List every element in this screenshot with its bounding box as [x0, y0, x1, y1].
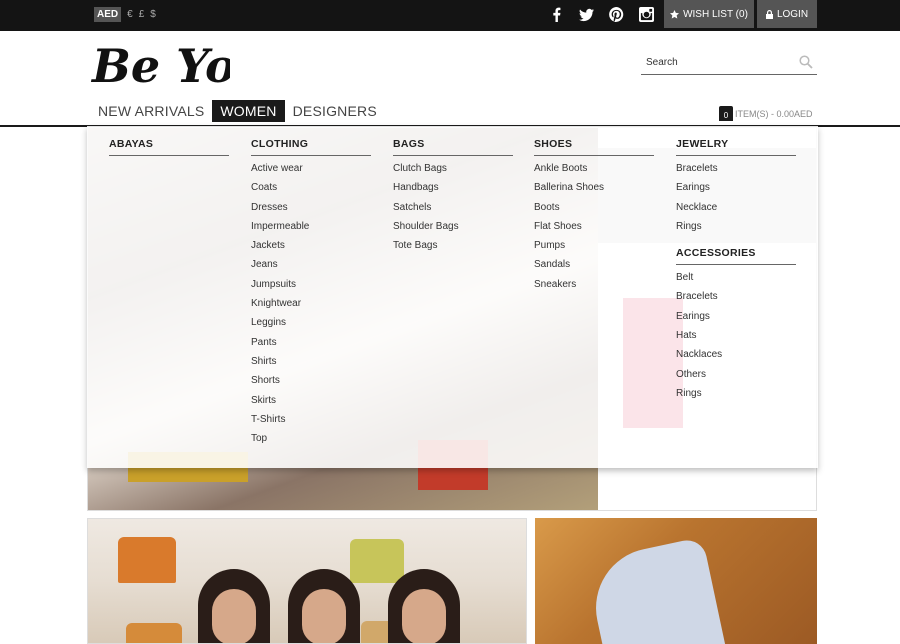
menu-item[interactable]: Dresses [251, 201, 371, 220]
menu-item[interactable]: Earings [676, 310, 796, 329]
menu-item[interactable]: Bracelets [676, 162, 796, 181]
instagram-icon[interactable] [638, 6, 654, 22]
menu-col-clothing: CLOTHING Active wear Coats Dresses Imper… [251, 138, 371, 451]
menu-item[interactable]: Rings [676, 220, 796, 239]
twitter-icon[interactable] [578, 6, 594, 22]
currency-gbp[interactable]: £ [139, 9, 145, 20]
wishlist-label: WISH LIST (0) [683, 8, 748, 20]
menu-item[interactable]: Satchels [393, 201, 513, 220]
menu-item[interactable]: Pants [251, 336, 371, 355]
menu-item[interactable]: Ankle Boots [534, 162, 654, 181]
shopping-bag-icon: 0 [719, 106, 733, 121]
search-input[interactable] [641, 52, 791, 73]
wishlist-button[interactable]: WISH LIST (0) [664, 0, 754, 28]
menu-item[interactable]: Others [676, 368, 796, 387]
menu-col-shoes: SHOES Ankle Boots Ballerina Shoes Boots … [534, 138, 654, 297]
cart-summary[interactable]: 0 ITEM(S) - 0.00AED [719, 106, 813, 121]
cart-total: ITEM(S) - 0.00AED [735, 108, 813, 119]
menu-col-jewelry: JEWELRY Bracelets Earings Necklace Rings… [676, 138, 796, 406]
model-face [212, 589, 256, 643]
nav-women[interactable]: WOMEN [212, 100, 285, 122]
menu-item[interactable]: Sandals [534, 258, 654, 277]
menu-item[interactable]: Sneakers [534, 278, 654, 297]
model-face [402, 589, 446, 643]
menu-item[interactable]: Top [251, 432, 371, 451]
menu-heading-jewelry[interactable]: JEWELRY [676, 138, 796, 156]
menu-item[interactable]: Flat Shoes [534, 220, 654, 239]
sandal-photo [584, 536, 726, 644]
menu-item[interactable]: Jumpsuits [251, 278, 371, 297]
menu-heading-bags[interactable]: BAGS [393, 138, 513, 156]
logo-text: Be You [90, 39, 230, 92]
menu-item[interactable]: Necklace [676, 201, 796, 220]
menu-item[interactable]: Belt [676, 271, 796, 290]
currency-eur[interactable]: € [127, 9, 133, 20]
pinterest-icon[interactable] [608, 6, 624, 22]
sandal-image[interactable] [535, 518, 817, 644]
menu-item[interactable]: Nacklaces [676, 348, 796, 367]
menu-heading-accessories[interactable]: ACCESSORIES [676, 247, 796, 266]
search-icon[interactable] [799, 55, 813, 69]
menu-heading-clothing[interactable]: CLOTHING [251, 138, 371, 156]
menu-item[interactable]: Shoulder Bags [393, 220, 513, 239]
facebook-icon[interactable] [548, 6, 564, 22]
menu-item[interactable]: Jackets [251, 239, 371, 258]
login-label: LOGIN [776, 8, 809, 20]
lock-icon [765, 9, 773, 19]
bags-models-image[interactable] [87, 518, 527, 644]
menu-item[interactable]: Active wear [251, 162, 371, 181]
social-links [548, 6, 654, 22]
menu-col-bags: BAGS Clutch Bags Handbags Satchels Shoul… [393, 138, 513, 258]
menu-heading-shoes[interactable]: SHOES [534, 138, 654, 156]
menu-item[interactable]: Hats [676, 329, 796, 348]
menu-item[interactable]: Impermeable [251, 220, 371, 239]
nav-new-arrivals[interactable]: NEW ARRIVALS [90, 100, 212, 122]
bag-photo [350, 539, 404, 583]
menu-item[interactable]: Skirts [251, 394, 371, 413]
model-face [302, 589, 346, 643]
menu-item[interactable]: Clutch Bags [393, 162, 513, 181]
star-icon [670, 9, 680, 19]
menu-item[interactable]: Coats [251, 181, 371, 200]
menu-item[interactable]: Shirts [251, 355, 371, 374]
menu-item[interactable]: Shorts [251, 374, 371, 393]
currency-aed[interactable]: AED [94, 7, 122, 22]
menu-item[interactable]: Bracelets [676, 290, 796, 309]
menu-item[interactable]: Rings [676, 387, 796, 406]
women-mega-menu: ABAYAS CLOTHING Active wear Coats Dresse… [87, 126, 818, 468]
nav-designers[interactable]: DESIGNERS [285, 100, 385, 122]
search-box [641, 52, 817, 75]
menu-item[interactable]: T-Shirts [251, 413, 371, 432]
menu-item[interactable]: Tote Bags [393, 239, 513, 258]
login-button[interactable]: LOGIN [757, 0, 817, 28]
menu-col-abayas: ABAYAS [109, 138, 229, 162]
menu-item[interactable]: Handbags [393, 181, 513, 200]
currency-switcher: AED € £ $ [94, 7, 156, 22]
menu-item[interactable]: Knightwear [251, 297, 371, 316]
menu-item[interactable]: Boots [534, 201, 654, 220]
menu-item[interactable]: Leggins [251, 316, 371, 335]
logo[interactable]: Be You [90, 36, 230, 92]
top-bar: AED € £ $ WISH LIST (0) LOGIN [0, 0, 900, 31]
menu-item[interactable]: Ballerina Shoes [534, 181, 654, 200]
bag-photo [126, 623, 182, 643]
cart-count: 0 [723, 111, 729, 120]
bag-photo [118, 537, 176, 583]
currency-usd[interactable]: $ [150, 9, 156, 20]
menu-item[interactable]: Jeans [251, 258, 371, 277]
menu-heading-abayas[interactable]: ABAYAS [109, 138, 229, 156]
main-nav: NEW ARRIVALS WOMEN DESIGNERS [90, 100, 385, 122]
menu-item[interactable]: Earings [676, 181, 796, 200]
menu-item[interactable]: Pumps [534, 239, 654, 258]
